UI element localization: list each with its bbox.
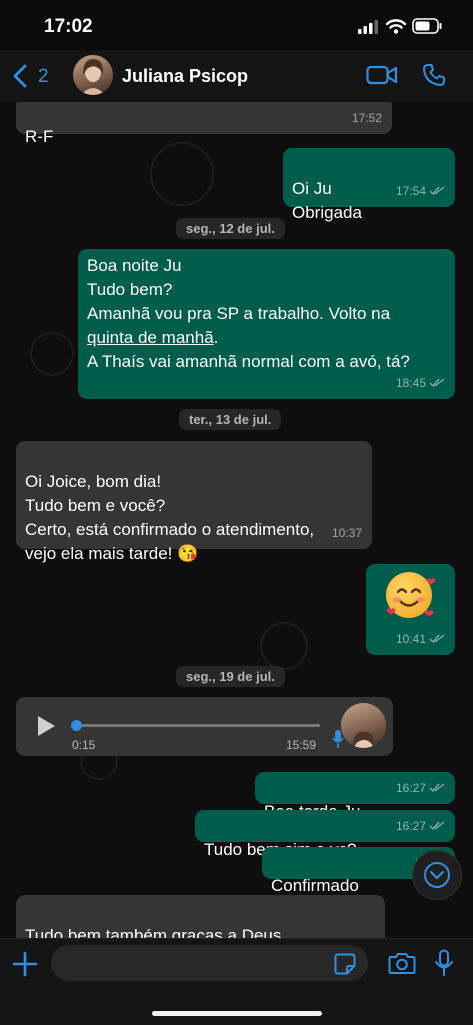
plus-icon[interactable] bbox=[12, 951, 38, 977]
read-ticks-icon bbox=[429, 783, 445, 793]
read-ticks-icon bbox=[429, 821, 445, 831]
back-unread-count[interactable]: 2 bbox=[38, 66, 49, 88]
message-time: 16:27 bbox=[395, 819, 426, 833]
status-bar: 17:02 bbox=[0, 0, 473, 50]
status-time: 17:02 bbox=[44, 16, 93, 37]
voice-elapsed: 0:15 bbox=[72, 738, 96, 752]
chat-area[interactable]: R-F 17:52 Oi Ju Obrigada 17:54 seg., 12 … bbox=[0, 102, 473, 938]
read-ticks-icon bbox=[429, 634, 445, 644]
wallpaper-doodle bbox=[150, 142, 214, 206]
message-outgoing[interactable]: Tudo bem sim e vc? 16:27 bbox=[195, 810, 455, 859]
message-text: Oi Joice, bom dia! Tudo bem e você? Cert… bbox=[25, 472, 315, 563]
composer-bar bbox=[0, 938, 473, 1025]
read-ticks-icon bbox=[429, 186, 445, 196]
message-time: 17:54 bbox=[395, 184, 426, 198]
message-text: Tudo bem também graças a Deus, confirmad… bbox=[25, 926, 287, 938]
voice-message[interactable]: 0:15 15:59 bbox=[16, 697, 393, 756]
back-chevron-icon[interactable] bbox=[12, 64, 28, 88]
voice-duration: 15:59 bbox=[286, 738, 317, 752]
message-incoming[interactable]: R-F 17:52 bbox=[16, 102, 392, 146]
date-separator: seg., 19 de jul. bbox=[176, 666, 285, 687]
message-line: Tudo bem? bbox=[87, 280, 173, 299]
message-text: Oi Ju Obrigada bbox=[292, 179, 362, 222]
battery-icon bbox=[412, 18, 442, 34]
message-outgoing[interactable]: Oi Ju Obrigada 17:54 bbox=[283, 148, 455, 222]
play-icon[interactable] bbox=[36, 715, 56, 737]
message-time: 16:27 bbox=[395, 781, 426, 795]
signal-icon bbox=[358, 20, 378, 34]
voice-sender-avatar bbox=[341, 703, 386, 748]
message-incoming[interactable]: Tudo bem também graças a Deus, confirmad… bbox=[16, 895, 385, 938]
camera-icon[interactable] bbox=[388, 951, 416, 975]
wallpaper-doodle bbox=[260, 622, 308, 670]
voice-progress-track[interactable] bbox=[76, 724, 320, 727]
message-time: 18:45 bbox=[395, 376, 426, 390]
voice-progress-handle[interactable] bbox=[71, 720, 82, 731]
message-line: A Thaís vai amanhã normal com a avó, tá? bbox=[87, 352, 410, 371]
chat-header: 2 Juliana Psicop bbox=[0, 50, 473, 103]
message-outgoing-emoji[interactable]: ❤ ❤ ❤ 10:41 bbox=[366, 564, 455, 655]
scroll-down-icon bbox=[424, 862, 450, 888]
message-text: Confirmado bbox=[271, 876, 359, 895]
message-time: 17:52 bbox=[351, 111, 382, 125]
wifi-icon bbox=[386, 19, 406, 34]
home-indicator[interactable] bbox=[152, 1011, 322, 1016]
wallpaper-doodle bbox=[30, 332, 74, 376]
contact-name[interactable]: Juliana Psicop bbox=[122, 66, 248, 87]
message-input[interactable] bbox=[51, 945, 368, 981]
microphone-icon[interactable] bbox=[434, 949, 454, 977]
read-ticks-icon bbox=[429, 378, 445, 388]
date-separator: ter., 13 de jul. bbox=[179, 409, 282, 430]
message-outgoing[interactable]: Boa tarde Ju 16:27 bbox=[255, 772, 455, 821]
video-call-icon[interactable] bbox=[366, 64, 398, 86]
date-link[interactable]: quinta de manhã bbox=[87, 328, 214, 347]
sticker-icon[interactable] bbox=[334, 953, 356, 975]
message-line: Boa noite Ju bbox=[87, 256, 182, 275]
date-separator: seg., 12 de jul. bbox=[176, 218, 285, 239]
message-incoming[interactable]: Oi Joice, bom dia! Tudo bem e você? Cert… bbox=[16, 441, 372, 563]
microphone-icon bbox=[332, 730, 344, 748]
scroll-down-button[interactable] bbox=[412, 850, 462, 900]
message-text: . bbox=[213, 328, 219, 347]
message-text: R-F bbox=[25, 127, 54, 146]
message-time: 10:37 bbox=[331, 526, 362, 540]
message-outgoing[interactable]: Boa noite Ju Tudo bem? Amanhã vou pra SP… bbox=[78, 249, 455, 399]
phone-call-icon[interactable] bbox=[422, 63, 446, 87]
contact-avatar[interactable] bbox=[73, 55, 113, 95]
message-time: 10:41 bbox=[395, 632, 426, 646]
smiling-face-with-hearts-icon: ❤ ❤ ❤ bbox=[375, 572, 446, 713]
message-line: Amanhã vou pra SP a trabalho. Volto na bbox=[87, 304, 391, 323]
